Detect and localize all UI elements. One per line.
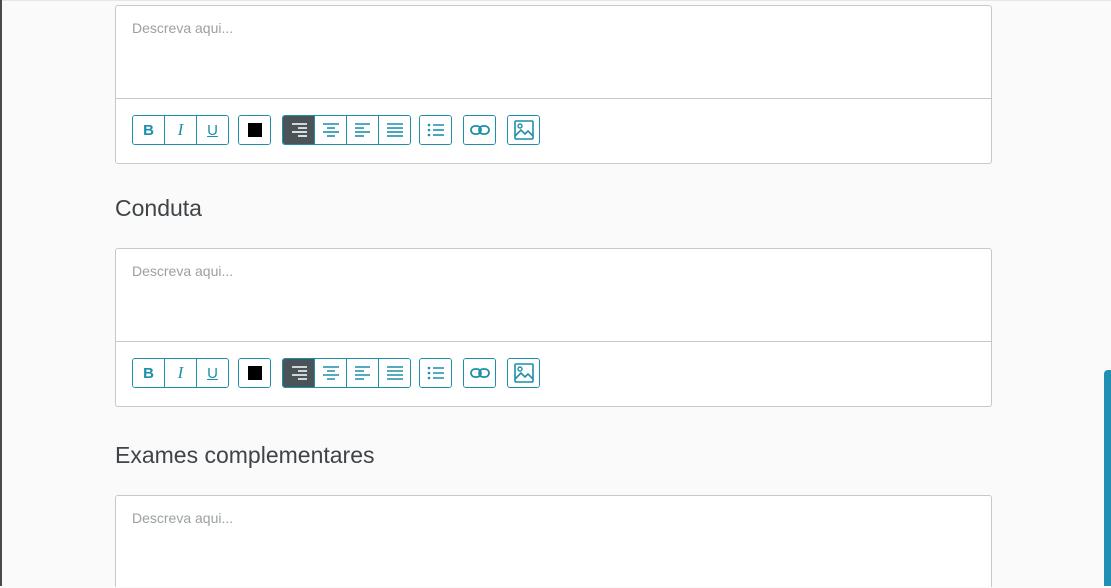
text-color-button[interactable] [239, 359, 270, 387]
align-right-icon [291, 366, 307, 380]
top-divider [2, 0, 1111, 1]
editor-previous-section: Descreva aqui... B I U [115, 5, 992, 164]
alignment-group [282, 358, 411, 388]
section-title-conduta: Conduta [115, 195, 202, 221]
editor-conduta: Descreva aqui... B I U [115, 248, 992, 407]
align-left-icon [354, 366, 370, 380]
alignment-group [282, 115, 411, 145]
link-icon [469, 125, 490, 135]
image-group [507, 115, 540, 145]
align-left-button[interactable] [346, 116, 378, 144]
italic-button[interactable]: I [164, 116, 196, 144]
bullet-list-button[interactable] [420, 116, 451, 144]
underline-button[interactable]: U [196, 359, 228, 387]
image-icon [513, 363, 534, 383]
editor-text-area[interactable]: Descreva aqui... [116, 6, 991, 98]
scrollbar-thumb[interactable] [1104, 370, 1111, 586]
bullet-list-button[interactable] [420, 359, 451, 387]
editor-text-area[interactable]: Descreva aqui... [116, 496, 991, 588]
align-left-button[interactable] [346, 359, 378, 387]
text-color-button[interactable] [239, 116, 270, 144]
text-color-group [238, 115, 271, 145]
image-icon [513, 120, 534, 140]
align-center-button[interactable] [314, 116, 346, 144]
image-group [507, 358, 540, 388]
align-right-button[interactable] [283, 359, 314, 387]
align-left-icon [354, 123, 370, 137]
text-style-group: B I U [132, 358, 229, 388]
bold-button[interactable]: B [133, 359, 164, 387]
insert-link-button[interactable] [464, 116, 495, 144]
align-center-button[interactable] [314, 359, 346, 387]
link-icon [469, 368, 490, 378]
editor-text-area[interactable]: Descreva aqui... [116, 249, 991, 341]
align-right-button[interactable] [283, 116, 314, 144]
window-left-edge [0, 0, 2, 586]
color-swatch [247, 123, 262, 137]
link-group [463, 358, 496, 388]
insert-image-button[interactable] [508, 359, 539, 387]
bullet-list-icon [427, 366, 444, 380]
list-group [419, 358, 452, 388]
align-justify-icon [386, 366, 403, 380]
text-style-group: B I U [132, 115, 229, 145]
list-group [419, 115, 452, 145]
section-title-exames-complementares: Exames complementares [115, 442, 375, 468]
italic-button[interactable]: I [164, 359, 196, 387]
editor-exames-complementares: Descreva aqui... [115, 495, 992, 587]
underline-button[interactable]: U [196, 116, 228, 144]
link-group [463, 115, 496, 145]
align-center-icon [322, 366, 339, 380]
text-color-group [238, 358, 271, 388]
color-swatch [247, 366, 262, 380]
align-center-icon [322, 123, 339, 137]
insert-link-button[interactable] [464, 359, 495, 387]
bold-button[interactable]: B [133, 116, 164, 144]
editor-toolbar: B I U [116, 341, 991, 406]
insert-image-button[interactable] [508, 116, 539, 144]
align-right-icon [291, 123, 307, 137]
editor-placeholder: Descreva aqui... [132, 20, 234, 36]
align-justify-button[interactable] [378, 359, 410, 387]
editor-toolbar: B I U [116, 98, 991, 163]
align-justify-button[interactable] [378, 116, 410, 144]
align-justify-icon [386, 123, 403, 137]
editor-placeholder: Descreva aqui... [132, 263, 234, 279]
editor-placeholder: Descreva aqui... [132, 510, 234, 526]
bullet-list-icon [427, 123, 444, 137]
